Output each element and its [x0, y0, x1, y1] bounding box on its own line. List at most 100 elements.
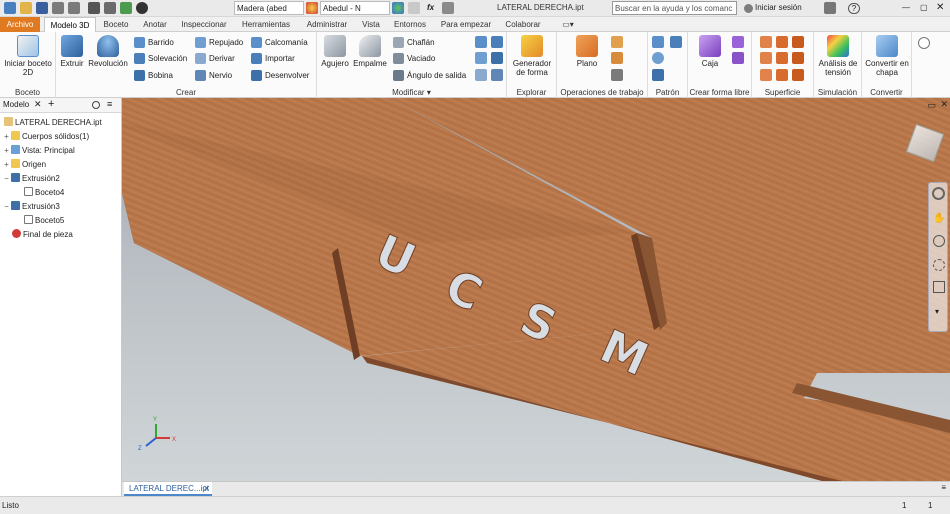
freeform-convert-icon[interactable] — [732, 52, 744, 64]
draft-button[interactable]: Ángulo de salida — [393, 69, 466, 82]
replace-face-icon[interactable] — [792, 52, 804, 64]
loft-button[interactable]: Solevación — [134, 52, 187, 65]
new-icon[interactable] — [4, 2, 16, 14]
convert-sheet-metal-button[interactable]: Convertir en chapa — [864, 35, 910, 77]
tree-node-part[interactable]: LATERAL DERECHA.ipt — [4, 116, 102, 129]
freeform-face-icon[interactable] — [732, 36, 744, 48]
help-search-input[interactable]: Buscar en la ayuda y los comanc — [612, 1, 737, 15]
tab-inspeccionar[interactable]: Inspeccionar — [176, 17, 232, 32]
browser-close-icon[interactable]: ✕ — [34, 99, 42, 110]
browser-search-icon[interactable] — [92, 101, 100, 109]
panel-options-icon[interactable]: ▭▾ — [560, 17, 576, 32]
fillet-button[interactable]: Empalme — [352, 35, 388, 68]
look-at-icon[interactable] — [933, 281, 945, 293]
select-icon[interactable] — [104, 2, 116, 14]
split-icon[interactable] — [475, 52, 487, 64]
chamfer-button[interactable]: Chaflán — [393, 36, 435, 49]
revolve-button[interactable]: Revolución — [86, 35, 130, 68]
unwrap-button[interactable]: Desenvolver — [251, 69, 309, 82]
sketch-pattern-icon[interactable] — [652, 69, 664, 81]
group-label-modificar[interactable]: Modificar ▾ — [317, 88, 506, 97]
sign-in-link[interactable]: Iniciar sesión — [753, 1, 813, 15]
emboss-button[interactable]: Repujado — [195, 36, 243, 49]
tree-node-sketch4[interactable]: Boceto4 — [24, 186, 64, 199]
tab-archivo[interactable]: Archivo — [0, 17, 40, 32]
extrude-button[interactable]: Extruir — [58, 35, 86, 68]
parameters-fx[interactable]: fx — [425, 1, 439, 15]
browser-menu-icon[interactable]: ≡ — [107, 99, 112, 109]
close-icon[interactable]: ✕ — [934, 1, 946, 15]
direct-edit-icon[interactable] — [491, 69, 503, 81]
tab-entornos[interactable]: Entornos — [388, 17, 432, 32]
shape-generator-button[interactable]: Generador de forma — [509, 35, 555, 77]
tab-para-empezar[interactable]: Para empezar — [436, 17, 496, 32]
appearance-icon[interactable] — [306, 2, 318, 14]
user-icon[interactable] — [744, 4, 753, 13]
expand-icon[interactable]: + — [3, 130, 10, 143]
thicken-icon[interactable] — [491, 52, 503, 64]
viewport-close-icon[interactable]: ✕ — [940, 99, 948, 110]
stress-analysis-button[interactable]: Análisis de tensión — [816, 35, 860, 77]
boundary-patch-icon[interactable] — [760, 69, 772, 81]
orbit-icon[interactable] — [933, 259, 945, 271]
add-icon[interactable] — [442, 2, 454, 14]
stop-icon[interactable] — [136, 2, 148, 14]
tab-anotar[interactable]: Anotar — [138, 17, 172, 32]
expand-icon[interactable]: + — [3, 158, 10, 171]
tree-node-extrusion2[interactable]: − Extrusión2 — [3, 172, 60, 185]
save-icon[interactable] — [36, 2, 48, 14]
combine-icon[interactable] — [491, 36, 503, 48]
steering-wheel-icon[interactable] — [932, 187, 945, 200]
help-button[interactable]: ? — [848, 3, 860, 14]
pan-icon[interactable]: ✋ — [933, 213, 945, 225]
appearance-dropdown[interactable]: Abedul - N — [320, 1, 390, 15]
tab-colaborar[interactable]: Colaborar — [500, 17, 546, 32]
rectangular-pattern-icon[interactable] — [652, 36, 664, 48]
home-icon[interactable] — [88, 2, 100, 14]
clear-appearance-icon[interactable] — [408, 2, 420, 14]
tab-vista[interactable]: Vista — [358, 17, 384, 32]
extend-icon[interactable] — [776, 52, 788, 64]
tree-node-solid-bodies[interactable]: + Cuerpos sólidos(1) — [3, 130, 89, 143]
tree-node-sketch5[interactable]: Boceto5 — [24, 214, 64, 227]
tree-node-view[interactable]: + Vista: Principal — [3, 144, 75, 157]
sculpt-icon[interactable] — [776, 36, 788, 48]
browser-add-icon[interactable]: + — [48, 98, 54, 110]
tab-herramientas[interactable]: Herramientas — [236, 17, 296, 32]
update-icon[interactable] — [120, 2, 132, 14]
open-icon[interactable] — [20, 2, 32, 14]
collapse-icon[interactable]: − — [3, 172, 10, 185]
start-sketch-button[interactable]: Iniciar boceto 2D — [4, 35, 52, 77]
tab-boceto[interactable]: Boceto — [98, 17, 134, 32]
document-tab[interactable]: LATERAL DEREC...ipt ✕ — [124, 482, 212, 496]
tree-node-origin[interactable]: + Origen — [3, 158, 46, 171]
derive-button[interactable]: Derivar — [195, 52, 235, 65]
tree-node-extrusion3[interactable]: − Extrusión3 — [3, 200, 60, 213]
viewport-restore-icon[interactable]: ▭ — [927, 100, 936, 111]
document-tab-close-icon[interactable]: ✕ — [203, 482, 210, 495]
restore-icon[interactable]: ▢ — [918, 1, 928, 15]
undo-icon[interactable] — [52, 2, 64, 14]
import-button[interactable]: Importar — [251, 52, 295, 65]
cart-icon[interactable] — [824, 2, 836, 14]
redo-icon[interactable] — [68, 2, 80, 14]
tab-administrar[interactable]: Administrar — [300, 17, 354, 32]
plane-button[interactable]: Plano — [565, 35, 609, 68]
repair-icon[interactable] — [792, 69, 804, 81]
nav-bar-options-icon[interactable]: ▾ — [935, 307, 939, 316]
box-button[interactable]: Caja — [692, 35, 728, 68]
patch-icon[interactable] — [792, 36, 804, 48]
shell-button[interactable]: Vaciado — [393, 52, 435, 65]
rib-button[interactable]: Nervio — [195, 69, 232, 82]
tab-modelo-3d[interactable]: Modelo 3D — [44, 17, 96, 33]
material-dropdown[interactable]: Madera (abed — [234, 1, 304, 15]
graphics-viewport[interactable]: U C S M X Y Z ✋ ▾ ▭ ✕ — [122, 98, 950, 481]
point-icon[interactable] — [611, 52, 623, 64]
decal-button[interactable]: Calcomanía — [251, 36, 308, 49]
circular-pattern-icon[interactable] — [652, 52, 664, 64]
ribbon-options-icon[interactable] — [918, 37, 930, 49]
coil-button[interactable]: Bobina — [134, 69, 173, 82]
ucs-icon[interactable] — [611, 69, 623, 81]
expand-icon[interactable]: + — [3, 144, 10, 157]
tree-node-end-of-part[interactable]: Final de pieza — [12, 228, 73, 241]
